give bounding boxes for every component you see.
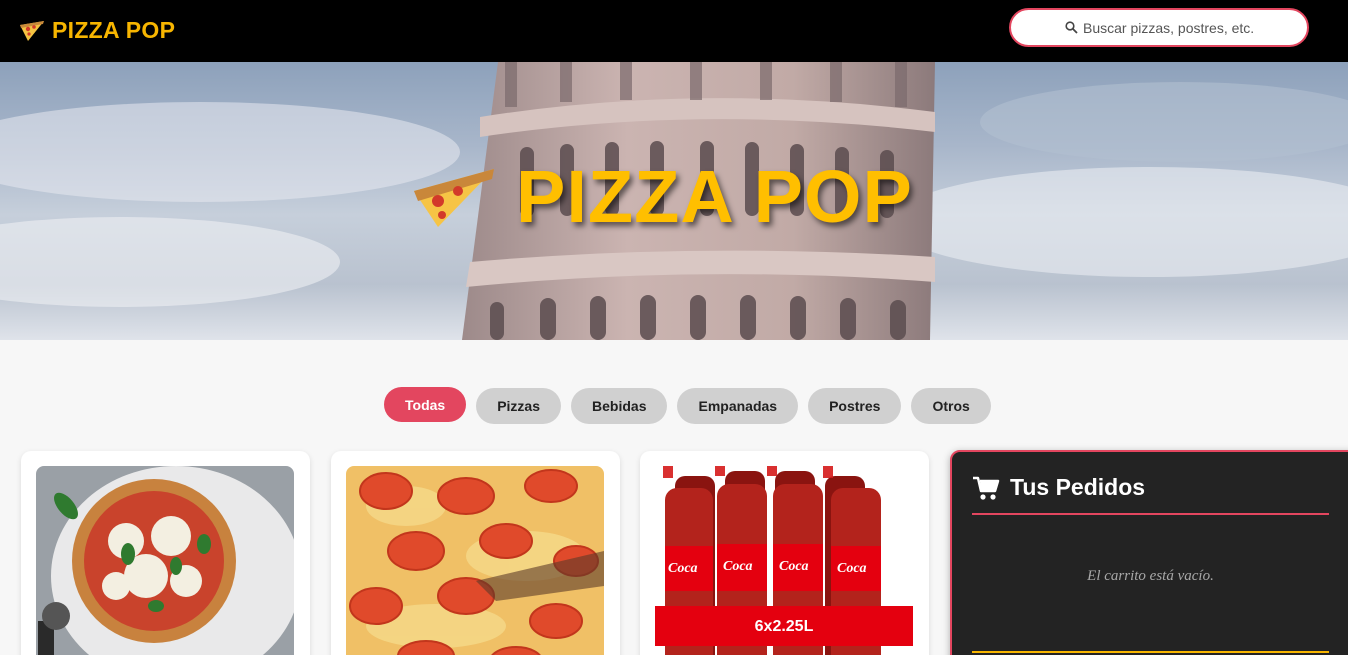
hero-brand-text: PIZZA POP	[516, 155, 913, 238]
cart-footer-divider	[972, 651, 1329, 653]
product-card[interactable]	[21, 451, 310, 655]
category-bebidas-button[interactable]: Bebidas	[571, 388, 668, 424]
top-navbar: PIZZA POP	[0, 0, 1348, 62]
search-input[interactable]	[1083, 19, 1253, 36]
cart-empty-message: El carrito está vacío.	[1087, 568, 1214, 584]
category-pizzas-button[interactable]: Pizzas	[476, 388, 562, 424]
pizza-margherita-image	[36, 466, 294, 655]
search-box[interactable]	[1009, 8, 1309, 47]
brand-name: PIZZA POP	[52, 17, 176, 43]
pizza-slice-icon	[414, 169, 494, 227]
svg-text:Coca: Coca	[668, 561, 698, 576]
hero-title: PIZZA POP	[410, 160, 913, 234]
category-otros-button[interactable]: Otros	[911, 388, 991, 424]
pizza-tomato-image	[346, 466, 604, 655]
category-empanadas-button[interactable]: Empanadas	[677, 388, 799, 424]
cart-panel: Tus Pedidos El carrito está vacío.	[950, 450, 1348, 655]
shopping-cart-icon	[973, 476, 1000, 500]
svg-text:Coca: Coca	[837, 561, 867, 576]
product-card[interactable]: Coca Coca Coca Coca 6x2.25L	[640, 451, 929, 655]
pizza-slice-icon	[20, 20, 44, 41]
cart-title: Tus Pedidos	[1010, 474, 1146, 500]
svg-text:Coca: Coca	[779, 559, 809, 574]
product-card[interactable]	[331, 451, 620, 655]
search-icon	[1065, 21, 1078, 34]
hero-banner: PIZZA POP	[0, 62, 1348, 340]
cart-divider	[972, 513, 1329, 515]
brand-logo[interactable]: PIZZA POP	[18, 17, 175, 44]
coca-cola-pack-image: Coca Coca Coca Coca 6x2.25L	[655, 466, 913, 655]
category-todas-button[interactable]: Todas	[384, 387, 467, 422]
cart-header: Tus Pedidos	[972, 474, 1145, 501]
pack-size-label: 6x2.25L	[755, 618, 814, 635]
category-filter-bar: Todas Pizzas Bebidas Empanadas Postres O…	[384, 387, 991, 424]
category-postres-button[interactable]: Postres	[808, 388, 902, 424]
svg-text:Coca: Coca	[723, 559, 753, 574]
